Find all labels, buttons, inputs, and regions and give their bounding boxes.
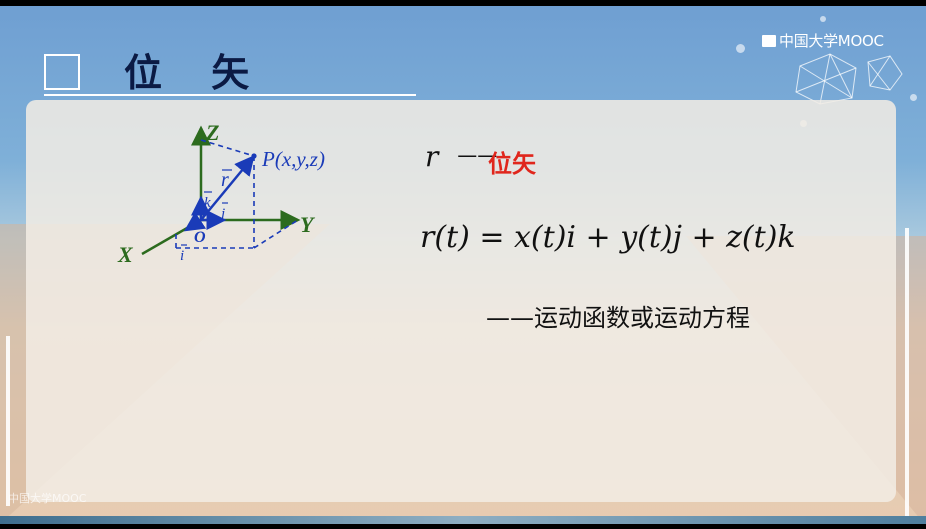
logo-icon bbox=[762, 35, 776, 47]
decor-bar-left bbox=[6, 336, 10, 506]
decor-dot bbox=[910, 94, 917, 101]
x-axis-label: X bbox=[117, 242, 134, 267]
decor-dot bbox=[736, 44, 745, 53]
watermark: 中国大学MOOC bbox=[8, 492, 87, 505]
decor-bar-right bbox=[905, 228, 909, 518]
slide: 位 矢 中国大学MOOC Z Y X O P(x,y,z) r k j i r … bbox=[0, 6, 926, 524]
r-vector-label: r bbox=[221, 169, 229, 191]
r-definition-row: r —— bbox=[425, 140, 497, 173]
position-equation: r(t) = x(t)i + y(t)j + z(t)k bbox=[420, 220, 796, 255]
title-checkbox-icon bbox=[44, 54, 80, 90]
y-axis-label: Y bbox=[300, 212, 316, 237]
polyhedron-decoration-icon bbox=[795, 53, 903, 105]
coordinate-diagram: Z Y X O P(x,y,z) r k j i bbox=[117, 120, 325, 267]
i-label: i bbox=[180, 248, 184, 264]
equation-description: ——运动函数或运动方程 bbox=[486, 304, 750, 332]
r-symbol: r bbox=[425, 140, 439, 173]
title-underline bbox=[44, 94, 416, 96]
point-p bbox=[251, 153, 257, 159]
decor-dot bbox=[820, 16, 826, 22]
z-axis-label: Z bbox=[205, 120, 219, 145]
bottom-strip bbox=[0, 516, 926, 524]
k-label: k bbox=[204, 195, 211, 211]
page-title: 位 矢 bbox=[124, 51, 268, 95]
r-meaning: 位矢 bbox=[488, 150, 536, 178]
point-p-label: P(x,y,z) bbox=[261, 147, 325, 171]
origin-label: O bbox=[194, 229, 206, 246]
